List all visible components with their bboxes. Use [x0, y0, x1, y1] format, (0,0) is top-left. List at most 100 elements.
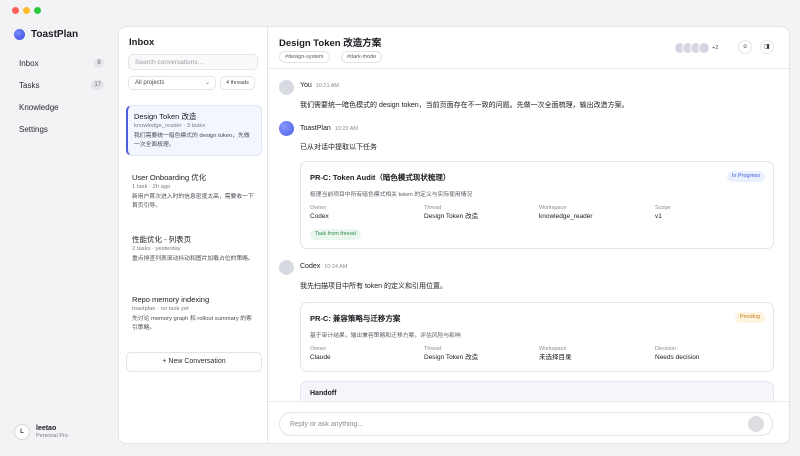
message-header: Codex 10:24 AM: [300, 263, 347, 270]
thread-item-repo-memory[interactable]: Repo memory indexing toastplan · no task…: [126, 289, 262, 338]
thread-item-performance[interactable]: 性能优化 - 列表页 2 tasks · yesterday 重点排查列表滚动抖…: [126, 229, 262, 269]
task-card[interactable]: PR-C: 兼容策略与迁移方案 Pending 基于审计结果，输出兼容策略和迁移…: [300, 302, 774, 372]
inbox-panel: Inbox All projects ⌄ 4 threads Design To…: [118, 26, 268, 444]
tasks-count-badge: 17: [91, 80, 104, 90]
field-label: Owner: [310, 346, 327, 352]
status-badge: Pending: [734, 312, 765, 323]
conversation-panel: Design Token 改造方案 #design-system #dark-m…: [268, 26, 790, 444]
search-input[interactable]: [128, 54, 258, 70]
field-label: Thread: [424, 205, 442, 211]
task-card[interactable]: PR-C: Token Audit（暗色模式现状梳理） In Progress …: [300, 161, 774, 249]
handoff-card[interactable]: Handoff: [300, 381, 774, 401]
brand: ToastPlan: [14, 29, 78, 40]
sidebar-item-knowledge[interactable]: Knowledge: [8, 96, 110, 118]
chevron-down-icon: ⌄: [204, 80, 210, 86]
avatar: [698, 42, 710, 54]
field-value: knowledge_reader: [539, 213, 593, 220]
field-value: v1: [655, 213, 662, 220]
thread-preview: 先讨论 memory graph 和 rollout summary 的索引策略…: [132, 316, 252, 331]
sender-name: ToastPlan: [300, 125, 331, 132]
thread-title: User Onboarding 优化: [132, 173, 207, 182]
thread-title: 性能优化 - 列表页: [132, 235, 192, 244]
logo-icon: [14, 29, 25, 40]
sender-name: Codex: [300, 263, 321, 270]
participants-more-count: +2: [712, 45, 719, 51]
field-value: Design Token 改造: [424, 213, 479, 220]
task-field-owner: Owner Codex: [310, 204, 329, 222]
bot-avatar: [279, 121, 294, 136]
thread-count-badge: 4 threads: [220, 76, 255, 90]
task-description: 梳理当前项目中所有暗色模式相关 token 的定义与实际使用情况: [310, 192, 473, 198]
app-name: ToastPlan: [31, 29, 79, 40]
field-label: Workspace: [539, 205, 567, 211]
more-icon[interactable]: o: [738, 40, 752, 54]
thread-preview: 重点排查列表滚动抖动和图片加载占位的策略。: [132, 256, 254, 262]
thread-title: Repo memory indexing: [132, 295, 210, 304]
thread-item-user-onboarding[interactable]: User Onboarding 优化 1 task · 2h ago 新用户首次…: [126, 167, 262, 216]
thread-meta: toastplan · no task yet: [132, 306, 189, 312]
sidebar: ToastPlan Inbox 8 Tasks 17 Knowledge Set…: [0, 20, 118, 456]
field-value: 未选择目录: [539, 354, 572, 361]
sidebar-nav: Inbox 8 Tasks 17 Knowledge Settings: [8, 52, 110, 140]
thread-meta: knowledge_reader · 3 tasks: [134, 123, 206, 129]
field-label: Scope: [655, 205, 671, 211]
avatar: [279, 80, 294, 95]
conversation-header: Design Token 改造方案 #design-system #dark-m…: [268, 27, 789, 69]
sidebar-item-inbox[interactable]: Inbox 8: [8, 52, 110, 74]
sidebar-item-label: Inbox: [19, 58, 39, 68]
sidebar-item-label: Settings: [19, 124, 48, 134]
user-profile[interactable]: L leetao Personal Pro: [14, 424, 68, 440]
inbox-title: Inbox: [129, 37, 155, 48]
avatar: L: [14, 424, 30, 440]
send-button[interactable]: [748, 416, 764, 432]
thread-preview: 新用户首次进入时的信息密度太高，需要收一下首页引导。: [132, 194, 254, 209]
task-field-scope: Scope v1: [655, 204, 671, 222]
participants[interactable]: +2: [674, 42, 718, 54]
close-window-button[interactable]: [12, 7, 19, 14]
handoff-title: Handoff: [310, 390, 337, 397]
tag-dark-mode[interactable]: #dark-mode: [341, 51, 383, 63]
task-source-chip: Task from thread: [310, 229, 361, 240]
message-text: 我们需要统一暗色模式的 design token，当前页面存在不一致的问题。先做…: [300, 102, 629, 109]
tag-design-system[interactable]: #design-system: [279, 51, 330, 63]
thread-title: Design Token 改造: [134, 112, 197, 121]
field-value: Claude: [310, 354, 331, 361]
task-field-owner: Owner Claude: [310, 345, 331, 363]
thread-meta: 2 tasks · yesterday: [132, 246, 181, 252]
sender-name: You: [300, 82, 312, 89]
message-list: You 10:21 AM 我们需要统一暗色模式的 design token，当前…: [268, 70, 789, 401]
task-field-workspace: Workspace 未选择目录: [539, 345, 572, 363]
field-value: Needs decision: [655, 354, 700, 361]
field-value: Codex: [310, 213, 329, 220]
inbox-count-badge: 8: [94, 58, 104, 68]
field-label: Decision: [655, 346, 677, 352]
thread-meta: 1 task · 2h ago: [132, 184, 171, 190]
field-label: Owner: [310, 205, 327, 211]
task-title: PR-C: 兼容策略与迁移方案: [310, 314, 401, 323]
timestamp: 10:24 AM: [324, 264, 348, 270]
avatar: [279, 260, 294, 275]
field-label: Workspace: [539, 346, 567, 352]
maximize-window-button[interactable]: [34, 7, 41, 14]
minimize-window-button[interactable]: [23, 7, 30, 14]
new-conversation-button[interactable]: + New Conversation: [126, 352, 262, 372]
sidebar-item-tasks[interactable]: Tasks 17: [8, 74, 110, 96]
message-text: 已从对话中提取以下任务: [300, 144, 377, 151]
title-bar: [0, 0, 800, 20]
reply-input[interactable]: [279, 412, 773, 436]
sidebar-item-label: Knowledge: [19, 102, 59, 112]
task-description: 基于审计结果，输出兼容策略和迁移方案，评估风险与影响: [310, 333, 461, 339]
field-label: Thread: [424, 346, 442, 352]
task-field-workspace: Workspace knowledge_reader: [539, 204, 592, 222]
message-header: ToastPlan 10:23 AM: [300, 125, 358, 132]
task-field-thread: Thread Design Token 改造: [424, 204, 478, 222]
task-field-thread: Thread Design Token 改造: [424, 345, 478, 363]
user-name: leetao: [36, 425, 57, 432]
panel-toggle-icon[interactable]: ◨: [760, 40, 774, 54]
thread-preview: 我们需要统一暗色模式的 design token，先做一次全面梳理。: [134, 133, 250, 148]
sidebar-item-settings[interactable]: Settings: [8, 118, 110, 140]
project-filter-select[interactable]: All projects ⌄: [128, 76, 216, 90]
page-title: Design Token 改造方案: [279, 38, 382, 49]
filter-value: All projects: [135, 80, 165, 86]
thread-item-design-token[interactable]: Design Token 改造 knowledge_reader · 3 tas…: [126, 105, 262, 156]
